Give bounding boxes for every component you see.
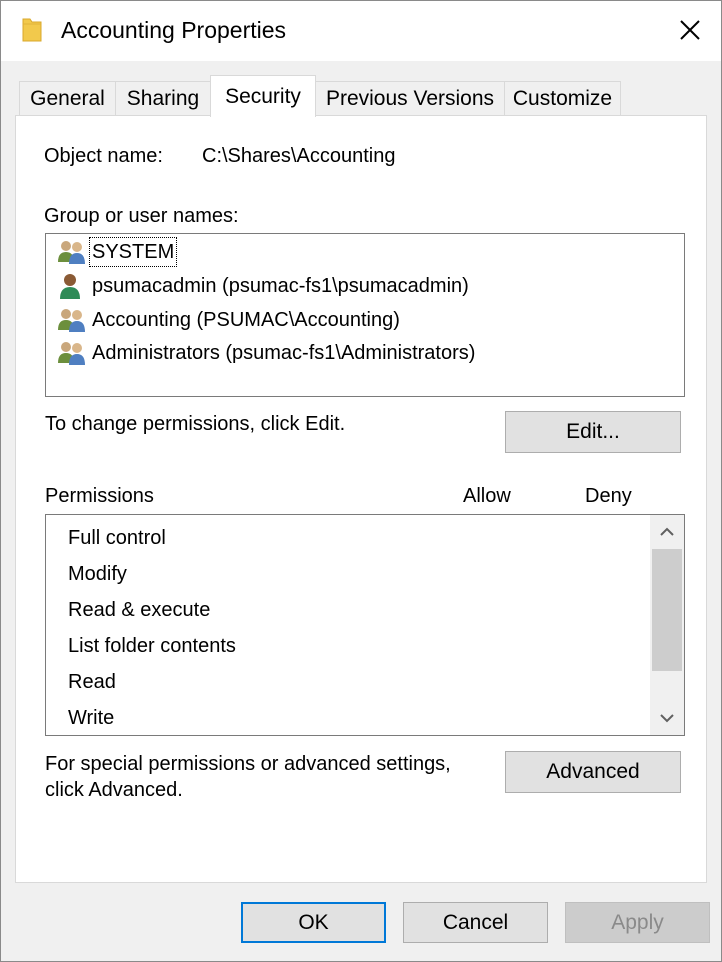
- list-item[interactable]: Administrators (psumac-fs1\Administrator…: [56, 337, 477, 369]
- permissions-list[interactable]: Full control Modify Read & execute List …: [45, 514, 685, 736]
- apply-button[interactable]: Apply: [565, 902, 710, 943]
- list-item-label: psumacadmin (psumac-fs1\psumacadmin): [92, 275, 469, 297]
- edit-button[interactable]: Edit...: [505, 411, 681, 453]
- list-item-label: Administrators (psumac-fs1\Administrator…: [92, 342, 476, 364]
- group-user-names-label: Group or user names:: [44, 205, 239, 227]
- scroll-down-button[interactable]: [650, 701, 684, 735]
- chevron-up-icon: [660, 527, 674, 536]
- security-tab-panel: Object name: C:\Shares\Accounting Group …: [15, 115, 707, 883]
- deny-column-header: Deny: [585, 485, 632, 507]
- allow-column-header: Allow: [463, 485, 511, 507]
- title-bar: Accounting Properties: [1, 1, 721, 61]
- object-name-label: Object name:: [44, 145, 163, 167]
- list-item[interactable]: Accounting (PSUMAC\Accounting): [56, 304, 402, 336]
- permission-item-full-control: Full control: [68, 527, 166, 549]
- scroll-up-button[interactable]: [650, 515, 684, 549]
- permission-item-write: Write: [68, 707, 115, 729]
- chevron-down-icon: [660, 714, 674, 723]
- permissions-label: Permissions: [45, 485, 154, 507]
- list-item-label: Accounting (PSUMAC\Accounting): [92, 309, 400, 331]
- permission-item-read: Read: [68, 671, 116, 693]
- tab-customize[interactable]: Customize: [504, 81, 621, 115]
- window-title: Accounting Properties: [61, 17, 287, 43]
- permissions-scrollbar[interactable]: [650, 515, 684, 735]
- tab-sharing[interactable]: Sharing: [115, 81, 211, 115]
- cancel-button[interactable]: Cancel: [403, 902, 548, 943]
- group-users-icon: [58, 342, 85, 365]
- permission-item-list-folder-contents: List folder contents: [68, 635, 236, 657]
- advanced-hint-line1: For special permissions or advanced sett…: [45, 753, 451, 775]
- tab-security[interactable]: Security: [210, 75, 316, 117]
- scroll-thumb[interactable]: [652, 549, 682, 671]
- list-item[interactable]: SYSTEM: [56, 236, 178, 268]
- group-users-icon: [58, 309, 85, 332]
- permission-item-read-execute: Read & execute: [68, 599, 211, 621]
- ok-button[interactable]: OK: [241, 902, 386, 943]
- advanced-button[interactable]: Advanced: [505, 751, 681, 793]
- tab-previous-versions[interactable]: Previous Versions: [315, 81, 505, 115]
- advanced-hint-line2: click Advanced.: [45, 779, 183, 801]
- close-icon: [680, 20, 700, 40]
- list-item-label: SYSTEM: [88, 237, 178, 267]
- permission-item-modify: Modify: [68, 563, 127, 585]
- properties-dialog: Accounting Properties General Sharing Se…: [0, 0, 722, 962]
- change-permissions-hint: To change permissions, click Edit.: [45, 413, 346, 435]
- group-users-icon: [58, 241, 85, 264]
- close-button[interactable]: [659, 1, 721, 59]
- object-name-value: C:\Shares\Accounting: [202, 145, 396, 167]
- single-user-icon: [60, 274, 80, 299]
- tab-general[interactable]: General: [19, 81, 116, 115]
- group-user-list[interactable]: SYSTEM psumacadmin (psumac-fs1\psumacadm…: [45, 233, 685, 397]
- folder-icon: [22, 18, 42, 42]
- list-item[interactable]: psumacadmin (psumac-fs1\psumacadmin): [56, 270, 471, 302]
